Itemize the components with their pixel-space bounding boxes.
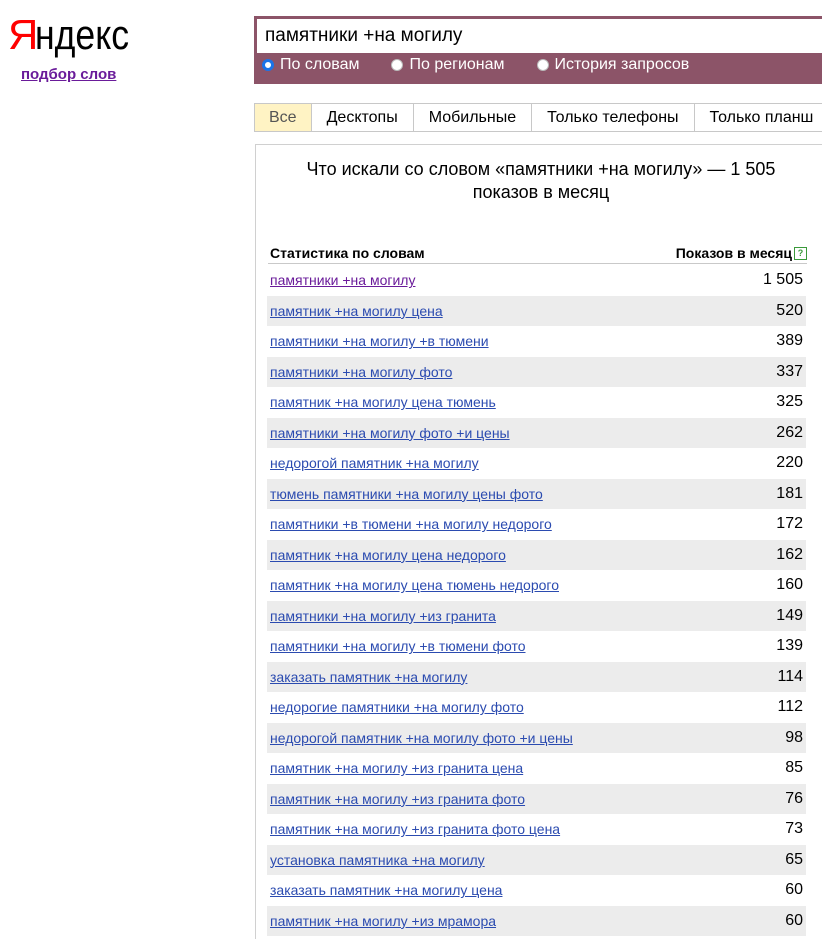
table-row: памятники +в тюмени +на могилу недорого 1… [267, 509, 806, 540]
impressions-count: 389 [776, 332, 803, 350]
impressions-count: 112 [777, 698, 803, 716]
impressions-count: 1 505 [762, 271, 803, 289]
table-row: памятник +на могилу цена недорого 162 [267, 539, 806, 570]
impressions-count: 181 [776, 484, 803, 502]
table-row: памятники +на могилу фото 337 [267, 356, 806, 387]
table-row: недорогой памятник +на могилу 220 [267, 448, 806, 479]
impressions-count: 60 [785, 911, 803, 929]
impressions-count: 85 [785, 759, 803, 777]
table-row: памятник +на могилу цена 520 [267, 295, 806, 326]
phrase-link[interactable]: установка памятника +на могилу [270, 852, 485, 868]
phrase-link[interactable]: памятники +в тюмени +на могилу недорого [270, 516, 552, 532]
results-panel: Что искали со словом «памятники +на моги… [255, 144, 822, 939]
phrase-link[interactable]: недорогой памятник +на могилу [270, 455, 479, 471]
phrase-link[interactable]: памятник +на могилу цена [270, 303, 443, 319]
device-tabs: Все Десктопы Мобильные Только телефоны Т… [254, 103, 822, 132]
phrase-link[interactable]: памятники +на могилу фото [270, 364, 452, 380]
impressions-count: 162 [776, 545, 803, 563]
phrase-link[interactable]: памятник +на могилу цена тюмень недорого [270, 577, 559, 593]
phrase-link[interactable]: памятник +на могилу +из мрамора [270, 913, 496, 929]
table-row: недорогой памятник +на могилу фото +и це… [267, 722, 806, 753]
results-table: памятники +на могилу 1 505 памятник +на мо… [267, 265, 806, 936]
impressions-count: 65 [785, 850, 803, 868]
phrase-link[interactable]: заказать памятник +на могилу [270, 669, 467, 685]
impressions-count: 139 [776, 637, 803, 655]
table-header: Статистика по словам Показов в месяц ? [268, 245, 807, 264]
table-row: памятники +на могилу +в тюмени 389 [267, 326, 806, 357]
table-row: памятники +на могилу +в тюмени фото 139 [267, 631, 806, 662]
radio-checked-icon [262, 59, 274, 71]
radio-by-regions[interactable]: По регионам [391, 56, 505, 74]
table-row: памятники +на могилу фото +и цены 262 [267, 417, 806, 448]
phrase-link[interactable]: памятник +на могилу +из гранита фото цен… [270, 821, 560, 837]
phrase-link[interactable]: недорогие памятники +на могилу фото [270, 699, 524, 715]
impressions-count: 160 [776, 576, 803, 594]
tab-phones-only[interactable]: Только телефоны [532, 104, 695, 131]
logo-first-letter: Я [8, 11, 38, 58]
help-icon[interactable]: ? [794, 246, 807, 260]
table-row: памятники +на могилу 1 505 [267, 265, 806, 296]
radio-unchecked-icon [391, 59, 404, 71]
table-row: памятники +на могилу +из гранита 149 [267, 600, 806, 631]
column-header-count: Показов в месяц ? [676, 245, 807, 261]
phrase-link[interactable]: памятник +на могилу +из гранита фото [270, 791, 525, 807]
phrase-link[interactable]: недорогой памятник +на могилу фото +и це… [270, 730, 573, 746]
impressions-count: 220 [776, 454, 803, 472]
impressions-count: 114 [777, 667, 803, 685]
logo-rest: ндекс [35, 11, 129, 58]
tab-tablets-only[interactable]: Только планш [694, 104, 822, 131]
phrase-link[interactable]: памятник +на могилу цена тюмень [270, 394, 496, 410]
table-row: памятник +на могилу +из гранита фото 76 [267, 783, 806, 814]
phrase-link[interactable]: заказать памятник +на могилу цена [270, 882, 502, 898]
search-mode-radios: По словам По регионам История запросов [262, 56, 721, 74]
impressions-count: 98 [785, 728, 803, 746]
impressions-count: 262 [776, 423, 803, 441]
wordstat-link[interactable]: подбор слов [21, 66, 116, 83]
results-heading: Что искали со словом «памятники +на моги… [306, 159, 776, 202]
tab-all[interactable]: Все [255, 104, 312, 131]
impressions-count: 149 [776, 606, 803, 624]
search-panel: По словам По регионам История запросов [254, 16, 822, 84]
table-row: памятник +на могилу +из гранита фото цен… [267, 814, 806, 845]
column-header-phrase: Статистика по словам [270, 245, 425, 261]
table-row: памятник +на могилу цена тюмень 325 [267, 387, 806, 418]
table-row: установка памятника +на могилу 65 [267, 844, 806, 875]
yandex-logo[interactable]: Я ндекс [8, 4, 132, 60]
phrase-link[interactable]: памятник +на могилу цена недорого [270, 547, 506, 563]
impressions-count: 60 [785, 881, 803, 899]
impressions-count: 337 [776, 362, 803, 380]
table-row: памятник +на могилу цена тюмень недорого… [267, 570, 806, 601]
table-row: тюмень памятники +на могилу цены фото 181 [267, 478, 806, 509]
phrase-link[interactable]: памятники +на могилу +в тюмени [270, 333, 489, 349]
phrase-link[interactable]: тюмень памятники +на могилу цены фото [270, 486, 543, 502]
table-row: памятник +на могилу +из гранита цена 85 [267, 753, 806, 784]
radio-unchecked-icon [536, 59, 549, 71]
phrase-link[interactable]: памятники +на могилу [270, 272, 415, 288]
phrase-link[interactable]: памятники +на могилу +из гранита [270, 608, 496, 624]
radio-query-history[interactable]: История запросов [536, 56, 689, 74]
table-row: заказать памятник +на могилу цена 60 [267, 875, 806, 906]
phrase-link[interactable]: памятники +на могилу фото +и цены [270, 425, 510, 441]
tab-mobile[interactable]: Мобильные [413, 104, 533, 131]
phrase-link[interactable]: памятник +на могилу +из гранита цена [270, 760, 523, 776]
radio-by-words[interactable]: По словам [262, 56, 359, 74]
impressions-count: 76 [785, 789, 803, 807]
table-row: заказать памятник +на могилу 114 [267, 661, 806, 692]
impressions-count: 520 [776, 301, 803, 319]
table-row: недорогие памятники +на могилу фото 112 [267, 692, 806, 723]
impressions-count: 172 [776, 515, 803, 533]
impressions-count: 325 [776, 393, 803, 411]
impressions-count: 73 [785, 820, 803, 838]
table-row: памятник +на могилу +из мрамора 60 [267, 905, 806, 936]
phrase-link[interactable]: памятники +на могилу +в тюмени фото [270, 638, 526, 654]
tab-desktops[interactable]: Десктопы [311, 104, 414, 131]
search-input[interactable] [257, 19, 822, 53]
